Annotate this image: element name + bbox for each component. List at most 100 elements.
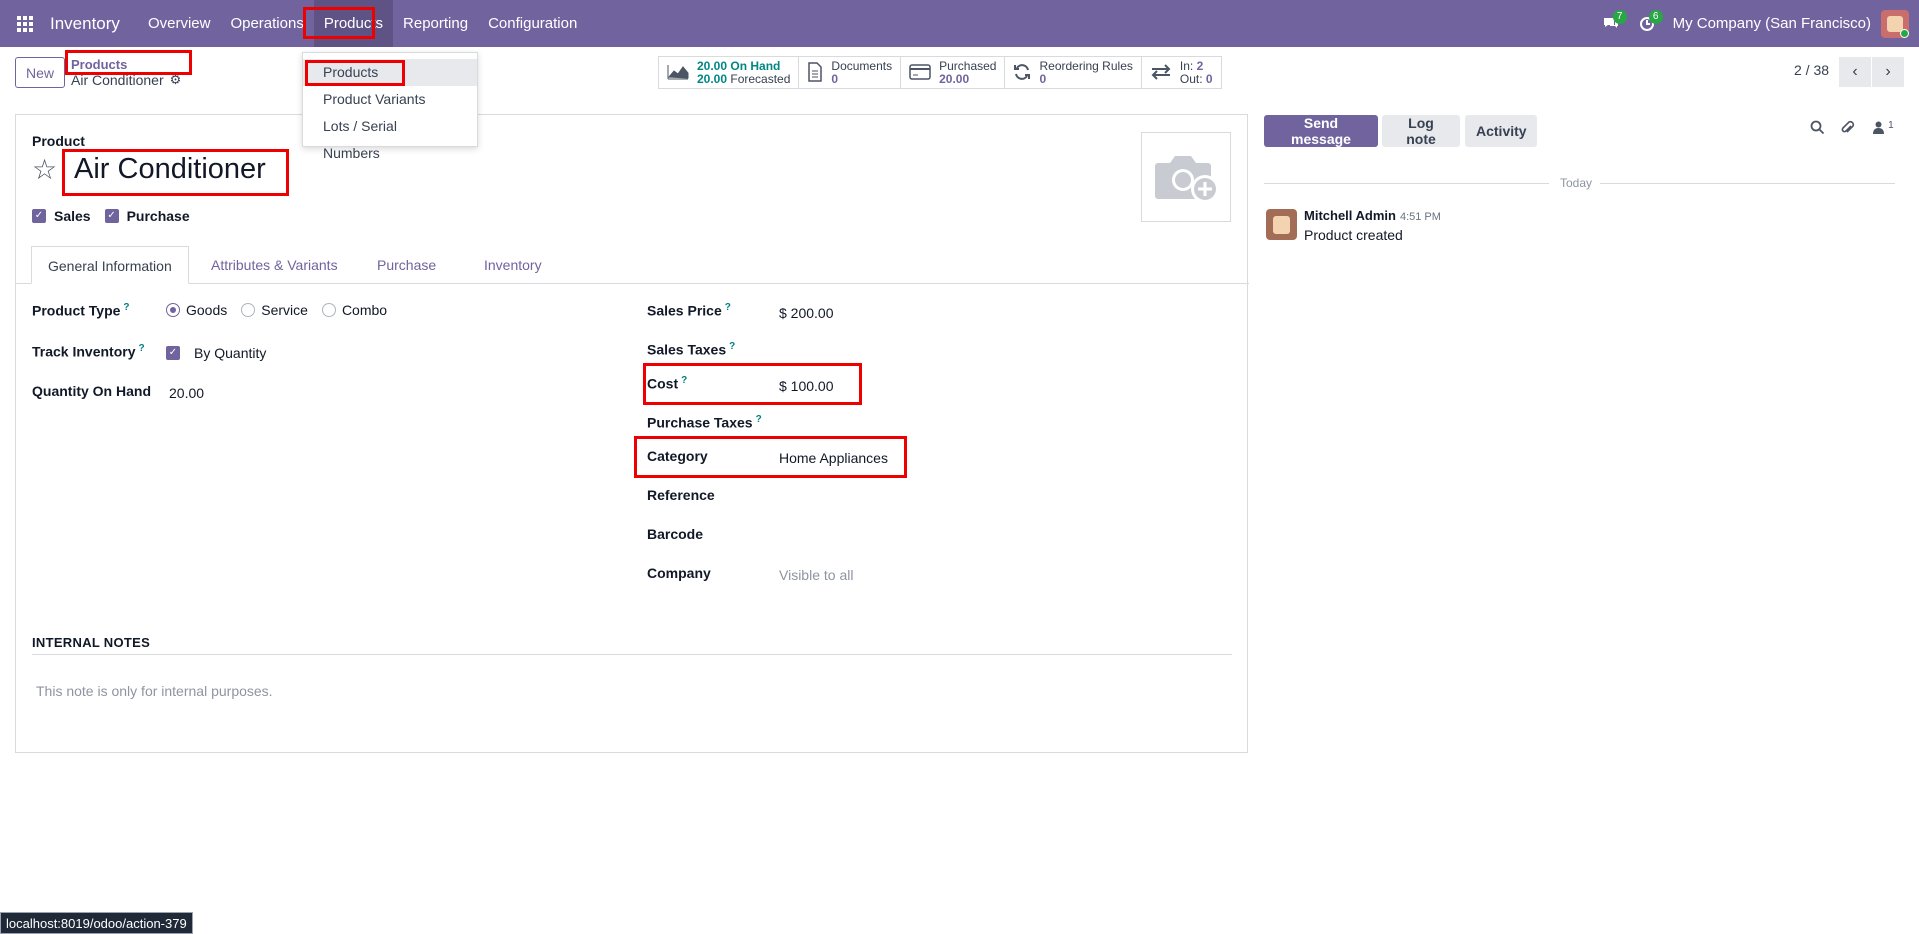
- form-tabs: General Information Attributes & Variant…: [16, 246, 1249, 284]
- user-avatar[interactable]: [1881, 9, 1909, 38]
- product-label: Product: [32, 133, 85, 149]
- on-hand-label: On Hand: [730, 58, 781, 73]
- reference-label: Reference: [647, 487, 715, 503]
- activities-clock-icon[interactable]: 6: [1629, 0, 1665, 47]
- date-separator-today: Today: [1560, 176, 1593, 190]
- on-hand-value: 20.00: [697, 58, 728, 73]
- purchase-label: Purchase: [126, 208, 190, 224]
- messages-badge: 7: [1612, 10, 1627, 24]
- exchange-arrows-icon: [1150, 64, 1172, 81]
- menu-configuration[interactable]: Configuration: [478, 0, 587, 47]
- purchase-taxes-label: Purchase Taxes?: [647, 414, 762, 431]
- activity-button[interactable]: Activity: [1465, 115, 1537, 147]
- pager-previous-button[interactable]: ‹: [1839, 57, 1871, 87]
- product-name-field[interactable]: Air Conditioner: [74, 153, 266, 186]
- tab-inventory[interactable]: Inventory: [468, 246, 558, 284]
- pager-value[interactable]: 2 / 38: [1794, 62, 1829, 78]
- apps-menu-icon[interactable]: [0, 0, 50, 47]
- sales-price-field[interactable]: $ 200.00: [779, 305, 834, 321]
- search-icon[interactable]: [1810, 120, 1825, 139]
- radio-service[interactable]: Service: [241, 302, 308, 318]
- message-author: Mitchell Admin 4:51 PM: [1304, 208, 1441, 223]
- tab-purchase[interactable]: Purchase: [361, 246, 452, 284]
- chevron-left-icon: ‹: [1852, 63, 1858, 80]
- radio-goods[interactable]: Goods: [166, 302, 227, 318]
- top-navbar: Inventory Overview Operations Products R…: [0, 0, 1919, 47]
- sales-taxes-label: Sales Taxes?: [647, 341, 736, 358]
- cost-label: Cost?: [647, 375, 688, 392]
- menu-overview[interactable]: Overview: [138, 0, 221, 47]
- author-avatar[interactable]: [1266, 209, 1297, 240]
- documents-value: 0: [831, 71, 839, 86]
- category-field[interactable]: Home Appliances: [779, 450, 888, 466]
- purchased-label: Purchased: [939, 58, 997, 73]
- internal-notes-title: INTERNAL NOTES: [32, 635, 151, 650]
- company-field[interactable]: Visible to all: [779, 567, 853, 583]
- credit-card-icon: [909, 64, 931, 81]
- reordering-label: Reordering Rules: [1039, 58, 1133, 73]
- check-icon: ✓: [166, 346, 180, 360]
- followers-button[interactable]: 1: [1873, 120, 1894, 138]
- app-name[interactable]: Inventory: [50, 14, 126, 34]
- cost-field[interactable]: $ 100.00: [779, 378, 834, 394]
- forecast-value: 20.00: [697, 71, 728, 86]
- radio-combo[interactable]: Combo: [321, 302, 387, 318]
- divider: [1600, 183, 1895, 184]
- company-label: Company: [647, 565, 711, 581]
- dropdown-item-products[interactable]: Products: [303, 59, 477, 86]
- sales-label: Sales: [54, 208, 91, 224]
- check-icon: ✓: [104, 209, 119, 223]
- camera-plus-icon: [1155, 156, 1219, 203]
- star-icon[interactable]: ☆: [32, 153, 57, 186]
- products-dropdown-menu: Products Product Variants Lots / Serial …: [302, 52, 478, 161]
- sales-price-label: Sales Price?: [647, 302, 731, 319]
- product-type-radio: Goods Service Combo: [166, 302, 387, 318]
- log-note-button[interactable]: Log note: [1382, 115, 1460, 147]
- user-icon: [1873, 121, 1888, 138]
- breadcrumb-current: Air Conditioner ⚙: [71, 72, 181, 88]
- out-label: Out:: [1179, 71, 1203, 86]
- pager-next-button[interactable]: ›: [1872, 57, 1904, 87]
- internal-notes-field[interactable]: This note is only for internal purposes.: [36, 683, 273, 699]
- purchased-button[interactable]: Purchased 20.00: [901, 57, 1006, 88]
- dropdown-item-lots-serial-numbers[interactable]: Lots / Serial Numbers: [303, 113, 477, 161]
- tab-attributes-variants[interactable]: Attributes & Variants: [195, 246, 354, 284]
- divider: [1264, 183, 1549, 184]
- refresh-icon: [1013, 63, 1031, 82]
- menu-products[interactable]: Products: [313, 0, 394, 47]
- in-out-button[interactable]: In: 2 Out: 0: [1142, 57, 1221, 88]
- tab-general-information[interactable]: General Information: [31, 246, 189, 284]
- sales-checkbox[interactable]: ✓ Sales: [32, 208, 91, 224]
- on-hand-button[interactable]: 20.00 On Hand 20.00 Forecasted: [659, 57, 800, 88]
- link-preview-statusbar: localhost:8019/odoo/action-379: [0, 912, 193, 934]
- product-image-upload[interactable]: [1141, 132, 1231, 222]
- gear-icon[interactable]: ⚙: [170, 72, 182, 88]
- dropdown-item-product-variants[interactable]: Product Variants: [303, 86, 477, 113]
- out-value: 0: [1205, 71, 1213, 86]
- paperclip-icon[interactable]: [1840, 120, 1855, 140]
- documents-button[interactable]: Documents 0: [799, 57, 902, 88]
- purchased-value: 20.00: [939, 71, 970, 86]
- menu-reporting[interactable]: Reporting: [393, 0, 478, 47]
- forecast-label: Forecasted: [730, 71, 791, 86]
- qty-on-hand-value[interactable]: 20.00: [169, 385, 204, 401]
- messages-icon[interactable]: 7: [1593, 0, 1629, 47]
- breadcrumb-products[interactable]: Products: [71, 57, 127, 72]
- product-type-label: Product Type?: [32, 302, 130, 319]
- activities-badge: 6: [1648, 10, 1663, 24]
- new-button[interactable]: New: [15, 57, 65, 88]
- check-icon: ✓: [32, 209, 46, 223]
- online-status-icon: [1900, 28, 1909, 38]
- document-icon: [807, 62, 823, 83]
- menu-operations[interactable]: Operations: [220, 0, 313, 47]
- breadcrumb-current-label: Air Conditioner: [71, 72, 164, 88]
- send-message-button[interactable]: Send message: [1264, 115, 1378, 147]
- message-body: Product created: [1304, 227, 1403, 243]
- company-switcher[interactable]: My Company (San Francisco): [1673, 15, 1871, 32]
- smart-buttons: 20.00 On Hand 20.00 Forecasted Documents…: [658, 56, 1222, 89]
- purchase-checkbox[interactable]: ✓ Purchase: [104, 208, 190, 224]
- area-chart-icon: [667, 64, 689, 81]
- reordering-rules-button[interactable]: Reordering Rules 0: [1005, 57, 1142, 88]
- track-inventory-label: Track Inventory?: [32, 343, 145, 360]
- by-quantity-checkbox[interactable]: ✓ By Quantity: [166, 345, 266, 361]
